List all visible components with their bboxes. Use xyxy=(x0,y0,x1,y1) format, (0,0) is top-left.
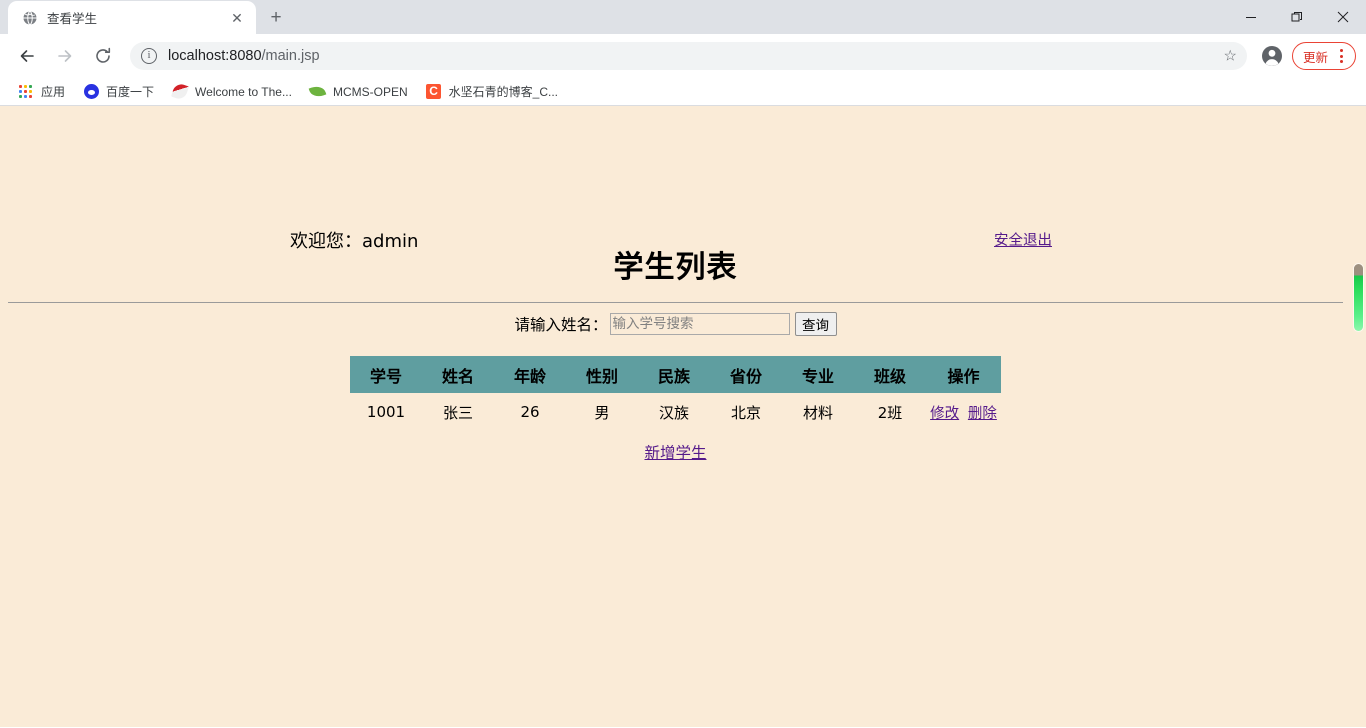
profile-avatar-icon[interactable] xyxy=(1257,41,1287,71)
bookmark-label: 水坚石青的博客_C... xyxy=(448,85,558,99)
add-student-row: 新增学生 xyxy=(0,441,1351,463)
window-controls xyxy=(1228,0,1366,34)
search-input[interactable] xyxy=(609,313,790,335)
search-row: 请输入姓名： 查询 xyxy=(0,312,1351,336)
bookmark-baidu[interactable]: 百度一下 xyxy=(75,80,162,104)
baidu-paw-icon xyxy=(83,84,99,100)
cell-id: 1001 xyxy=(366,403,406,421)
scrollbar-thumb[interactable] xyxy=(1354,264,1363,331)
url-host: localhost:8080 xyxy=(168,48,262,64)
spring-leaf-icon xyxy=(309,83,327,100)
tab-strip: 查看学生 ✕ + xyxy=(0,0,1366,34)
bookmark-label: Welcome to The... xyxy=(195,84,292,99)
column-header-gender: 性别 xyxy=(566,356,638,393)
update-button[interactable]: 更新 xyxy=(1291,42,1356,70)
bookmark-star-icon[interactable]: ☆ xyxy=(1224,49,1237,64)
page-title: 学生列表 xyxy=(613,250,738,285)
bookmark-label: 应用 xyxy=(41,85,66,99)
new-tab-button[interactable]: + xyxy=(262,3,290,31)
update-button-label: 更新 xyxy=(1302,50,1328,65)
bookmark-csdn[interactable]: C 水坚石青的博客_C... xyxy=(418,80,566,104)
bookmark-label: 百度一下 xyxy=(106,85,155,99)
column-header-age: 年龄 xyxy=(494,356,566,393)
edit-link[interactable]: 修改 xyxy=(930,406,959,422)
page-viewport: 欢迎您：admin 安全退出 学生列表 请输入姓名： 查询 xyxy=(0,106,1366,727)
column-header-name: 姓名 xyxy=(422,356,494,393)
search-button[interactable]: 查询 xyxy=(794,312,837,336)
forward-button-icon[interactable] xyxy=(48,39,82,73)
reload-button-icon[interactable] xyxy=(86,39,120,73)
browser-window: 查看学生 ✕ + i localhost:8080/main.jsp ☆ 更新 … xyxy=(0,0,1366,728)
restore-icon[interactable] xyxy=(1274,0,1320,34)
bookmark-mcms[interactable]: MCMS-OPEN xyxy=(302,80,416,104)
student-table: 学号 姓名 年龄 性别 民族 省份 专业 班级 操作 1001 张三 26 男 … xyxy=(350,356,1001,431)
cell-gender: 男 xyxy=(594,403,610,422)
page-scrollbar[interactable] xyxy=(1351,106,1366,727)
apps-grid-icon xyxy=(18,84,34,100)
column-header-class: 班级 xyxy=(854,356,926,393)
bookmark-apache[interactable]: Welcome to The... xyxy=(164,80,300,104)
csdn-icon: C xyxy=(426,84,442,100)
cell-province: 北京 xyxy=(730,403,761,422)
cell-age: 26 xyxy=(520,403,540,421)
back-button-icon[interactable] xyxy=(10,39,44,73)
address-bar-url: localhost:8080/main.jsp xyxy=(168,48,320,64)
cell-major: 材料 xyxy=(802,403,833,422)
bookmark-label: MCMS-OPEN xyxy=(332,84,408,99)
address-bar[interactable]: i localhost:8080/main.jsp ☆ xyxy=(130,42,1247,70)
column-header-id: 学号 xyxy=(350,356,422,393)
column-header-actions: 操作 xyxy=(926,356,1001,393)
site-info-icon[interactable]: i xyxy=(141,48,157,64)
close-icon[interactable] xyxy=(1320,0,1366,34)
column-header-province: 省份 xyxy=(710,356,782,393)
column-header-major: 专业 xyxy=(782,356,854,393)
chrome-menu-icon[interactable] xyxy=(1331,45,1351,67)
table-row: 1001 张三 26 男 汉族 北京 材料 2班 修改 删除 xyxy=(350,393,1001,431)
tab-close-icon[interactable]: ✕ xyxy=(228,9,246,27)
globe-icon xyxy=(22,10,38,26)
delete-link[interactable]: 删除 xyxy=(968,406,997,422)
browser-tab[interactable]: 查看学生 ✕ xyxy=(8,1,256,34)
cell-name: 张三 xyxy=(442,403,473,422)
table-header-row: 学号 姓名 年龄 性别 民族 省份 专业 班级 操作 xyxy=(350,356,1001,393)
cell-ethnicity: 汉族 xyxy=(658,403,689,422)
bookmarks-bar: 应用 百度一下 Welcome to The... MCMS-OPEN C 水坚… xyxy=(0,78,1366,106)
bookmark-apps[interactable]: 应用 xyxy=(10,80,73,104)
tab-title: 查看学生 xyxy=(47,12,98,26)
url-path: /main.jsp xyxy=(261,48,320,64)
browser-toolbar: i localhost:8080/main.jsp ☆ 更新 xyxy=(0,34,1366,78)
add-student-link[interactable]: 新增学生 xyxy=(644,444,706,462)
cell-class: 2班 xyxy=(877,403,903,422)
student-list-page: 欢迎您：admin 安全退出 学生列表 请输入姓名： 查询 xyxy=(0,106,1351,727)
apache-feather-icon xyxy=(171,82,190,101)
minimize-icon[interactable] xyxy=(1228,0,1274,34)
header-divider xyxy=(8,302,1343,303)
cell-actions: 修改 删除 xyxy=(926,393,1001,431)
column-header-ethnicity: 民族 xyxy=(638,356,710,393)
student-table-container: 学号 姓名 年龄 性别 民族 省份 专业 班级 操作 1001 张三 26 男 … xyxy=(0,356,1351,431)
search-label: 请输入姓名： xyxy=(514,316,608,334)
